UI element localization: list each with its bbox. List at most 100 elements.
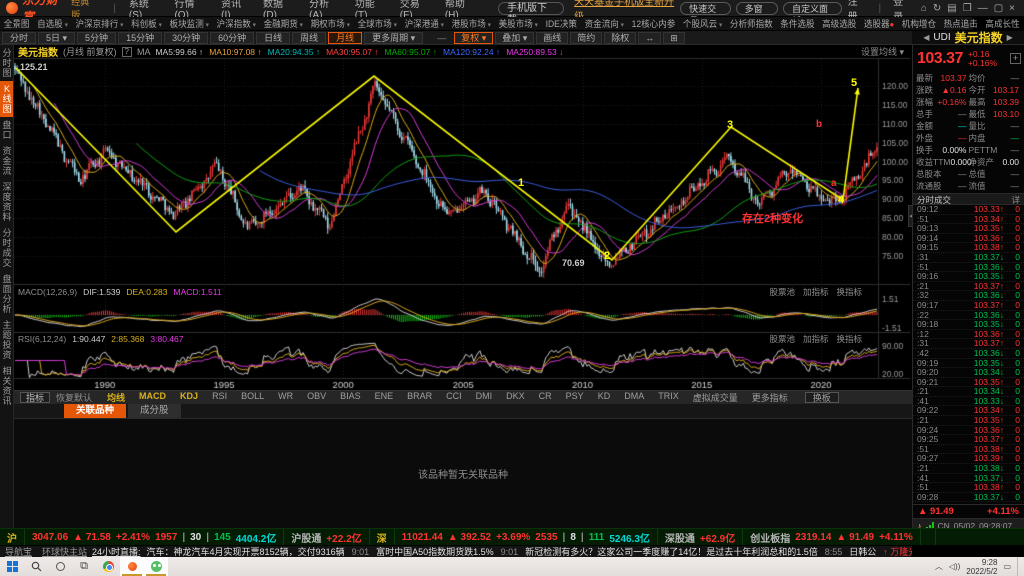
sidebar-item[interactable]: 分时成交 (0, 225, 14, 271)
indicator-tab[interactable]: CR (532, 391, 559, 404)
indicator-link[interactable]: 换指标 (836, 286, 862, 298)
window-control-icon[interactable]: ↻ (930, 3, 944, 14)
indicator-tab[interactable]: BOLL (234, 391, 271, 404)
indicator-tab[interactable]: KDJ (173, 391, 205, 404)
tray-expand-icon[interactable]: ︿ (935, 561, 943, 572)
wechat-icon[interactable] (144, 557, 168, 576)
nav-item[interactable]: 12核心内参 (628, 17, 679, 30)
indicator-tab[interactable]: 虚拟成交量 (686, 391, 745, 404)
indicator-tab[interactable]: TRIX (651, 391, 686, 404)
nav-item[interactable]: 选股器● (860, 17, 898, 30)
window-control-icon[interactable]: ❐ (960, 3, 975, 14)
indicator-reset-button[interactable]: 恢复默认 (56, 391, 92, 404)
indicator-tab[interactable]: WR (271, 391, 300, 404)
bottom-tab[interactable]: 成分股 (128, 404, 181, 418)
nav-item[interactable]: 分析师指数 (726, 17, 776, 30)
sidebar-item[interactable]: 资金流 (0, 143, 14, 179)
sidebar-item[interactable]: 盘面分析 (0, 271, 14, 317)
indicator-link[interactable]: 加指标 (803, 286, 829, 298)
period-button[interactable]: 更多周期 ▾ (364, 32, 423, 44)
chart-tool-button[interactable]: ⊞ (663, 32, 685, 44)
sidebar-item[interactable]: 主题投资 (0, 317, 14, 363)
quick-button[interactable]: 自定义面板 (783, 2, 842, 15)
eastmoney-app-icon[interactable] (120, 557, 144, 576)
sidebar-item[interactable]: K线图 (0, 81, 14, 117)
sidebar-item[interactable]: 分时图 (0, 45, 14, 81)
indicator-tab[interactable]: DMA (617, 391, 651, 404)
period-button[interactable]: 周线 (292, 32, 326, 44)
sidebar-item[interactable]: 相关资讯 (0, 363, 14, 409)
window-control-icon[interactable]: — (975, 3, 991, 14)
window-control-icon[interactable]: ▤ (944, 3, 959, 14)
chart-tool-button[interactable]: 复权 ▾ (454, 32, 493, 44)
tick-list[interactable]: 09:12103.33↑0:51103.34↑009:13103.35↑009:… (913, 205, 1024, 504)
chart-tool-button[interactable]: 画线 (536, 32, 568, 44)
help-icon[interactable]: ? (122, 47, 132, 57)
indicator-tab[interactable]: RSI (205, 391, 234, 404)
tick-detail-link[interactable]: 详 (1011, 194, 1020, 204)
chart-tool-button[interactable]: 叠加 ▾ (495, 32, 534, 44)
nav-item[interactable]: 全景图 (0, 17, 33, 30)
nav-item[interactable]: 期权市场 ▾ (307, 17, 354, 30)
period-button[interactable]: 分时 (2, 32, 36, 44)
nav-item[interactable]: 条件选股 (776, 17, 818, 30)
nav-item[interactable]: 金融期货 ▾ (260, 17, 307, 30)
period-button[interactable]: 30分钟 (164, 32, 208, 44)
task-view-icon[interactable]: ⧉ (72, 557, 96, 576)
indicator-tab[interactable]: BIAS (333, 391, 368, 404)
prev-symbol-button[interactable]: ◀ (923, 33, 929, 42)
nav-item[interactable]: 沪深京排行 ▾ (72, 17, 128, 30)
period-button[interactable]: 60分钟 (210, 32, 254, 44)
sidebar-item[interactable]: 深度资料 (0, 179, 14, 225)
nav-item[interactable]: 高级选股 (818, 17, 860, 30)
nav-item[interactable]: 个股风云 ▾ (679, 17, 726, 30)
nav-item[interactable]: 机构增仓 (898, 17, 940, 30)
period-button[interactable]: 日线 (256, 32, 290, 44)
indicator-tab[interactable]: CCI (439, 391, 469, 404)
cortana-icon[interactable] (48, 557, 72, 576)
start-button[interactable] (0, 557, 24, 576)
add-to-watchlist-button[interactable]: + (1010, 53, 1021, 64)
next-symbol-button[interactable]: ▶ (1007, 33, 1013, 42)
ticker-link[interactable]: 环球快主站 (37, 545, 92, 557)
ma-settings-button[interactable]: 设置均线 ▾ (861, 45, 910, 58)
nav-item[interactable]: 沪深港通 ▾ (401, 17, 448, 30)
nav-item[interactable]: IDE决策 (542, 17, 581, 30)
indicator-tab[interactable]: DKX (499, 391, 532, 404)
sidebar-item[interactable]: 盘口 (0, 117, 14, 143)
indicator-link[interactable]: 股票池 (769, 333, 795, 345)
bottom-tab[interactable]: 关联品种 (64, 404, 126, 418)
indicator-lead-button[interactable]: 指标 (20, 392, 50, 403)
alert-bell-icon[interactable]: ♪ (917, 521, 922, 528)
indicator-link[interactable]: 加指标 (803, 333, 829, 345)
chart-tool-button[interactable]: ↔ (638, 32, 661, 44)
window-control-icon[interactable]: ⌂ (918, 3, 930, 14)
nav-item[interactable]: 港股市场 ▾ (448, 17, 495, 30)
indicator-link[interactable]: 股票池 (769, 286, 795, 298)
indicator-link[interactable]: 换指标 (836, 333, 862, 345)
period-button[interactable]: 月线 (328, 32, 362, 44)
indicator-switch-button[interactable]: 换板 (805, 392, 839, 403)
nav-item[interactable]: 板块监测 ▾ (166, 17, 213, 30)
nav-item[interactable]: 沪深指数 ▾ (213, 17, 260, 30)
period-button[interactable]: 15分钟 (118, 32, 162, 44)
search-icon[interactable] (24, 557, 48, 576)
window-control-icon[interactable]: ▢ (991, 3, 1006, 14)
nav-item[interactable]: 全球市场 ▾ (354, 17, 401, 30)
indicator-tab[interactable]: BRAR (400, 391, 439, 404)
show-desktop-button[interactable] (1017, 557, 1020, 576)
quick-button[interactable]: 快速交易 (680, 2, 731, 15)
window-control-icon[interactable]: × (1006, 3, 1018, 14)
indicator-tab[interactable]: KD (591, 391, 618, 404)
ticker-link[interactable]: 导航宝 (0, 545, 37, 557)
phone-download-button[interactable]: 手机版下载 (498, 2, 564, 15)
quick-button[interactable]: 多窗口 (736, 2, 778, 15)
period-button[interactable]: 5日 ▾ (38, 32, 75, 44)
indicator-tab[interactable]: 更多指标 (745, 391, 795, 404)
nav-item[interactable]: 美股市场 ▾ (495, 17, 542, 30)
indicator-tab[interactable]: DMI (469, 391, 500, 404)
indicator-tab[interactable]: OBV (300, 391, 333, 404)
indicator-tab[interactable]: ENE (368, 391, 401, 404)
nav-item[interactable]: 资金流向 ▾ (581, 17, 628, 30)
period-button[interactable]: 5分钟 (77, 32, 116, 44)
